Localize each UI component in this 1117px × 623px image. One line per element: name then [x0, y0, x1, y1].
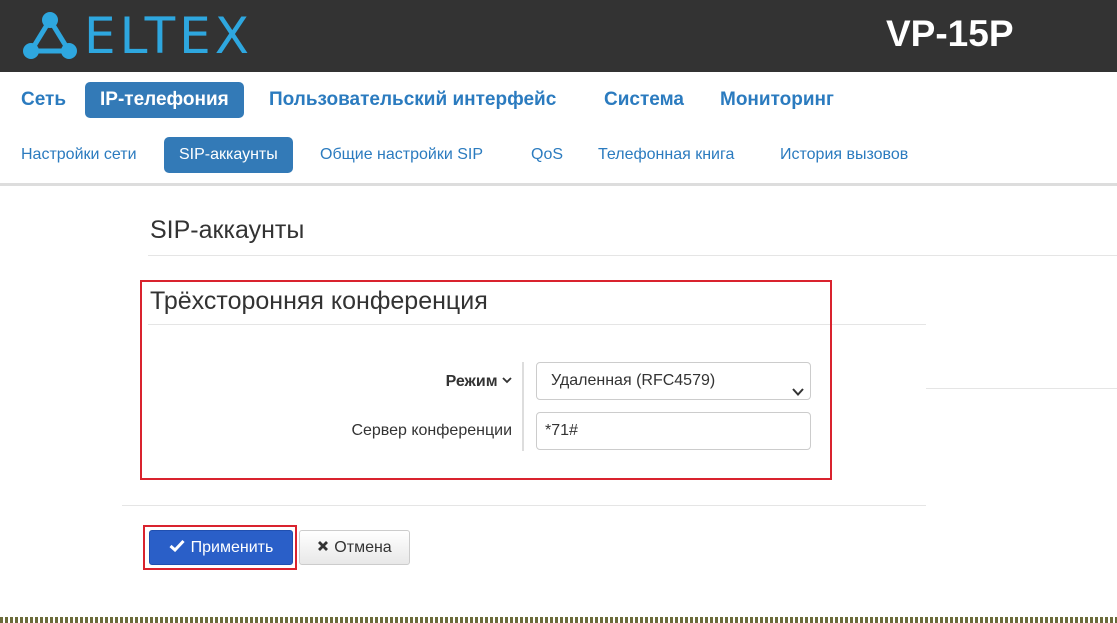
page-title: SIP-аккаунты [150, 216, 305, 244]
actions-divider [122, 505, 926, 506]
cancel-button[interactable]: Отмена [299, 530, 410, 565]
eltex-network-icon [22, 11, 78, 61]
tab-network-settings[interactable]: Настройки сети [6, 137, 152, 173]
main-nav-item-monitoring[interactable]: Мониторинг [705, 82, 849, 118]
device-model: VP-15P [886, 13, 1014, 54]
logo-text: ELTEX [84, 7, 253, 65]
header-bar: ELTEX VP-15P [0, 0, 1117, 72]
tab-sip-general-settings[interactable]: Общие настройки SIP [305, 137, 498, 173]
check-icon [169, 539, 185, 557]
conference-highlight-frame [140, 280, 832, 480]
main-nav: Сеть IP-телефония Пользовательский интер… [0, 72, 1117, 128]
sub-nav: Настройки сети SIP-аккаунты Общие настро… [0, 128, 1117, 183]
apply-button-label: Применить [190, 538, 274, 556]
main-nav-item-user-interface[interactable]: Пользовательский интерфейс [254, 82, 571, 118]
tab-sip-accounts[interactable]: SIP-аккаунты [164, 137, 293, 173]
side-divider [926, 388, 1117, 389]
main-nav-item-network[interactable]: Сеть [6, 82, 81, 118]
close-icon [317, 539, 329, 557]
footer-divider [0, 617, 1117, 623]
tab-phonebook[interactable]: Телефонная книга [583, 137, 749, 173]
tab-call-history[interactable]: История вызовов [765, 137, 923, 173]
main-nav-item-system[interactable]: Система [589, 82, 699, 118]
subnav-divider [0, 183, 1117, 186]
tab-qos[interactable]: QoS [516, 137, 578, 173]
main-nav-item-ip-telephony[interactable]: IP-телефония [85, 82, 244, 118]
page-title-divider [148, 255, 1117, 256]
cancel-button-label: Отмена [334, 538, 392, 556]
eltex-logo[interactable]: ELTEX [22, 10, 253, 62]
apply-button[interactable]: Применить [149, 530, 293, 565]
